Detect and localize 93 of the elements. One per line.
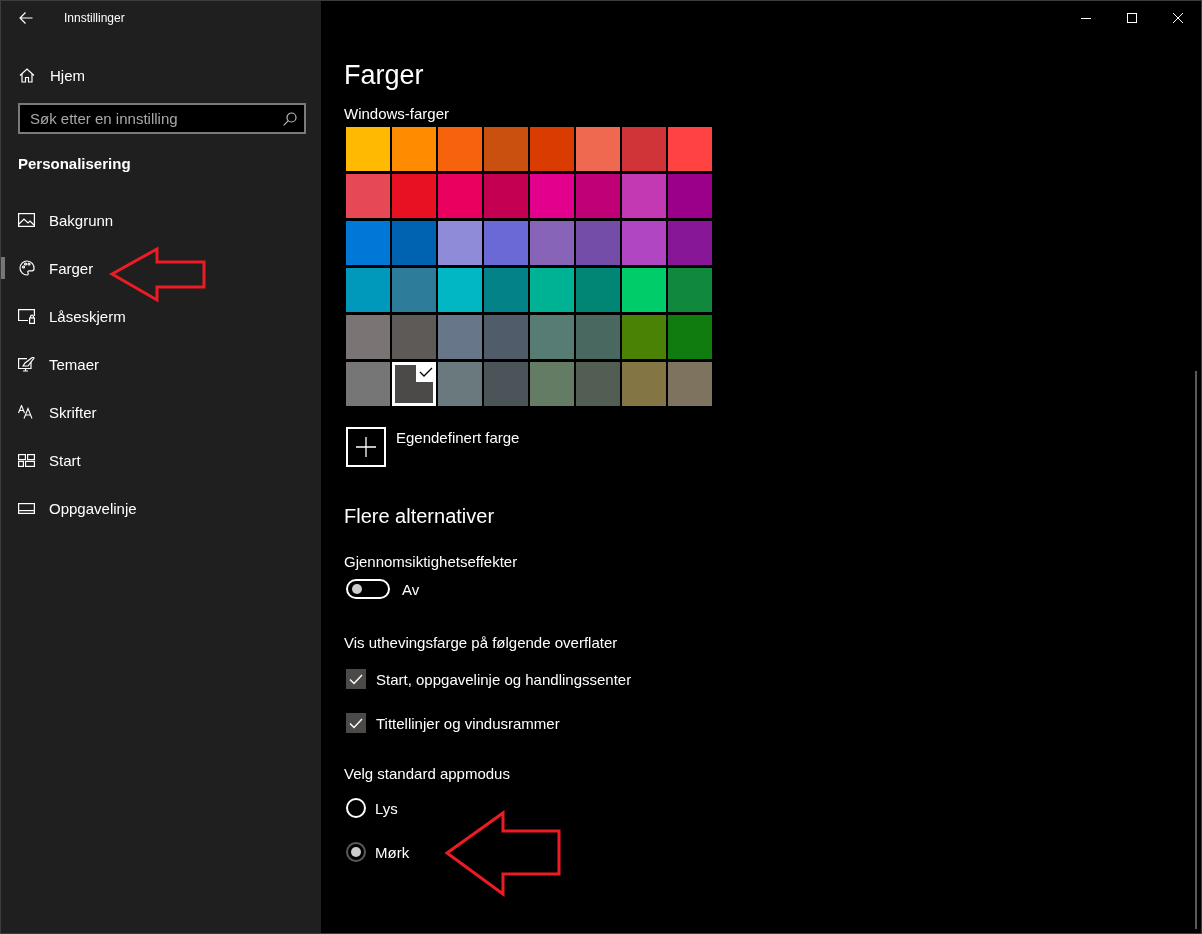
color-swatch[interactable] <box>530 315 574 359</box>
checkbox[interactable] <box>346 669 366 689</box>
color-swatch[interactable] <box>530 362 574 406</box>
toggle-state: Av <box>402 580 420 598</box>
color-swatch[interactable] <box>622 174 666 218</box>
back-arrow-icon <box>19 12 33 24</box>
palette-icon <box>18 260 35 276</box>
color-swatch[interactable] <box>392 174 436 218</box>
picture-icon <box>18 213 35 227</box>
swatch-label: Windows-farger <box>344 105 450 123</box>
radio-option[interactable]: Lys <box>346 786 398 830</box>
color-swatch[interactable] <box>392 221 436 265</box>
color-swatch[interactable] <box>392 268 436 312</box>
color-swatch[interactable] <box>484 127 528 171</box>
color-swatch[interactable] <box>346 221 390 265</box>
color-swatch[interactable] <box>484 268 528 312</box>
home-icon <box>19 67 35 83</box>
color-swatch[interactable] <box>576 221 620 265</box>
sidebar-item[interactable]: Farger <box>18 253 94 283</box>
color-swatch[interactable] <box>668 362 712 406</box>
close-icon <box>1173 13 1183 23</box>
sidebar-item[interactable]: Start <box>18 445 81 475</box>
color-swatch[interactable] <box>530 268 574 312</box>
color-swatch[interactable] <box>668 221 712 265</box>
color-swatch[interactable] <box>346 362 390 406</box>
color-swatch[interactable] <box>346 315 390 359</box>
sidebar-item[interactable]: Oppgavelinje <box>18 493 137 523</box>
taskbar-icon <box>18 502 35 514</box>
color-swatch[interactable] <box>576 362 620 406</box>
maximize-icon <box>1127 13 1137 23</box>
check-icon <box>419 367 433 377</box>
color-swatch[interactable] <box>484 221 528 265</box>
color-swatch[interactable] <box>576 315 620 359</box>
window-title: Innstillinger <box>64 11 125 25</box>
sidebar-item[interactable]: Bakgrunn <box>18 205 114 235</box>
color-swatch[interactable] <box>622 362 666 406</box>
minimize-icon <box>1081 17 1091 19</box>
color-swatch[interactable] <box>346 127 390 171</box>
color-swatch[interactable] <box>438 221 482 265</box>
color-swatch[interactable] <box>346 174 390 218</box>
checkbox-option[interactable]: Start, oppgavelinje og handlingssenter <box>346 657 632 701</box>
checkbox-option[interactable]: Tittellinjer og vindusrammer <box>346 701 560 745</box>
custom-color-button[interactable]: Egendefinert farge <box>346 427 520 467</box>
checkmark-icon <box>349 673 363 685</box>
plus-icon <box>356 437 376 457</box>
color-swatch[interactable] <box>622 127 666 171</box>
radio-option[interactable]: Mørk <box>346 830 410 874</box>
color-swatch[interactable] <box>622 221 666 265</box>
setting-label: Vis uthevingsfarge på følgende overflater <box>344 634 618 652</box>
color-swatch[interactable] <box>530 127 574 171</box>
search-icon <box>283 112 297 126</box>
lock-screen-icon <box>18 308 35 324</box>
color-swatch[interactable] <box>438 315 482 359</box>
color-swatch[interactable] <box>438 174 482 218</box>
page-title: Farger <box>344 60 424 90</box>
search-field[interactable]: Søk etter en innstilling <box>18 103 306 134</box>
color-swatch[interactable] <box>392 127 436 171</box>
checkmark-icon <box>349 717 363 729</box>
color-swatch[interactable] <box>530 174 574 218</box>
color-swatch[interactable] <box>392 362 436 406</box>
sidebar-item[interactable]: Skrifter <box>18 397 97 427</box>
color-swatch[interactable] <box>668 174 712 218</box>
section-heading: Personalisering <box>18 155 131 173</box>
sidebar-item[interactable]: Temaer <box>18 349 100 379</box>
sidebar-item[interactable]: Låseskjerm <box>18 301 126 331</box>
setting-label: Velg standard appmodus <box>344 765 510 783</box>
setting-label: Gjennomsiktighetseffekter <box>344 553 518 571</box>
font-icon <box>18 405 35 419</box>
color-swatch[interactable] <box>576 268 620 312</box>
section-heading: Flere alternativer <box>344 504 495 528</box>
color-swatch[interactable] <box>576 174 620 218</box>
color-swatch[interactable] <box>484 315 528 359</box>
color-swatch[interactable] <box>392 315 436 359</box>
color-swatch[interactable] <box>668 315 712 359</box>
theme-icon <box>18 356 35 372</box>
color-swatch[interactable] <box>576 127 620 171</box>
color-swatch[interactable] <box>484 174 528 218</box>
color-swatch[interactable] <box>484 362 528 406</box>
tiles-icon <box>18 453 35 467</box>
color-swatch[interactable] <box>346 268 390 312</box>
color-swatch[interactable] <box>668 268 712 312</box>
scrollbar[interactable] <box>1195 371 1197 929</box>
color-swatch[interactable] <box>438 127 482 171</box>
checkbox[interactable] <box>346 713 366 733</box>
color-swatch[interactable] <box>622 315 666 359</box>
color-swatch[interactable] <box>668 127 712 171</box>
color-swatch[interactable] <box>438 268 482 312</box>
color-swatch[interactable] <box>438 362 482 406</box>
toggle-switch[interactable] <box>346 579 390 599</box>
radio-button[interactable] <box>346 842 366 862</box>
home-link[interactable]: Hjem <box>19 57 85 93</box>
color-swatch[interactable] <box>530 221 574 265</box>
color-swatch[interactable] <box>622 268 666 312</box>
